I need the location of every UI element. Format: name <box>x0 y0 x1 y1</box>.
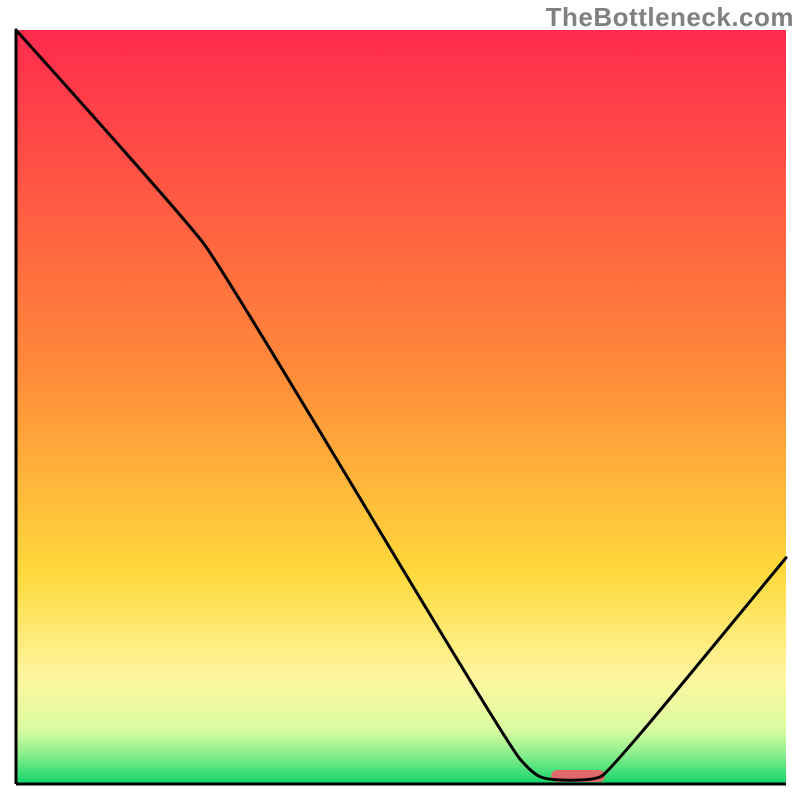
plot-background <box>16 30 786 784</box>
watermark-text: TheBottleneck.com <box>546 2 794 33</box>
bottleneck-plot <box>0 0 800 800</box>
